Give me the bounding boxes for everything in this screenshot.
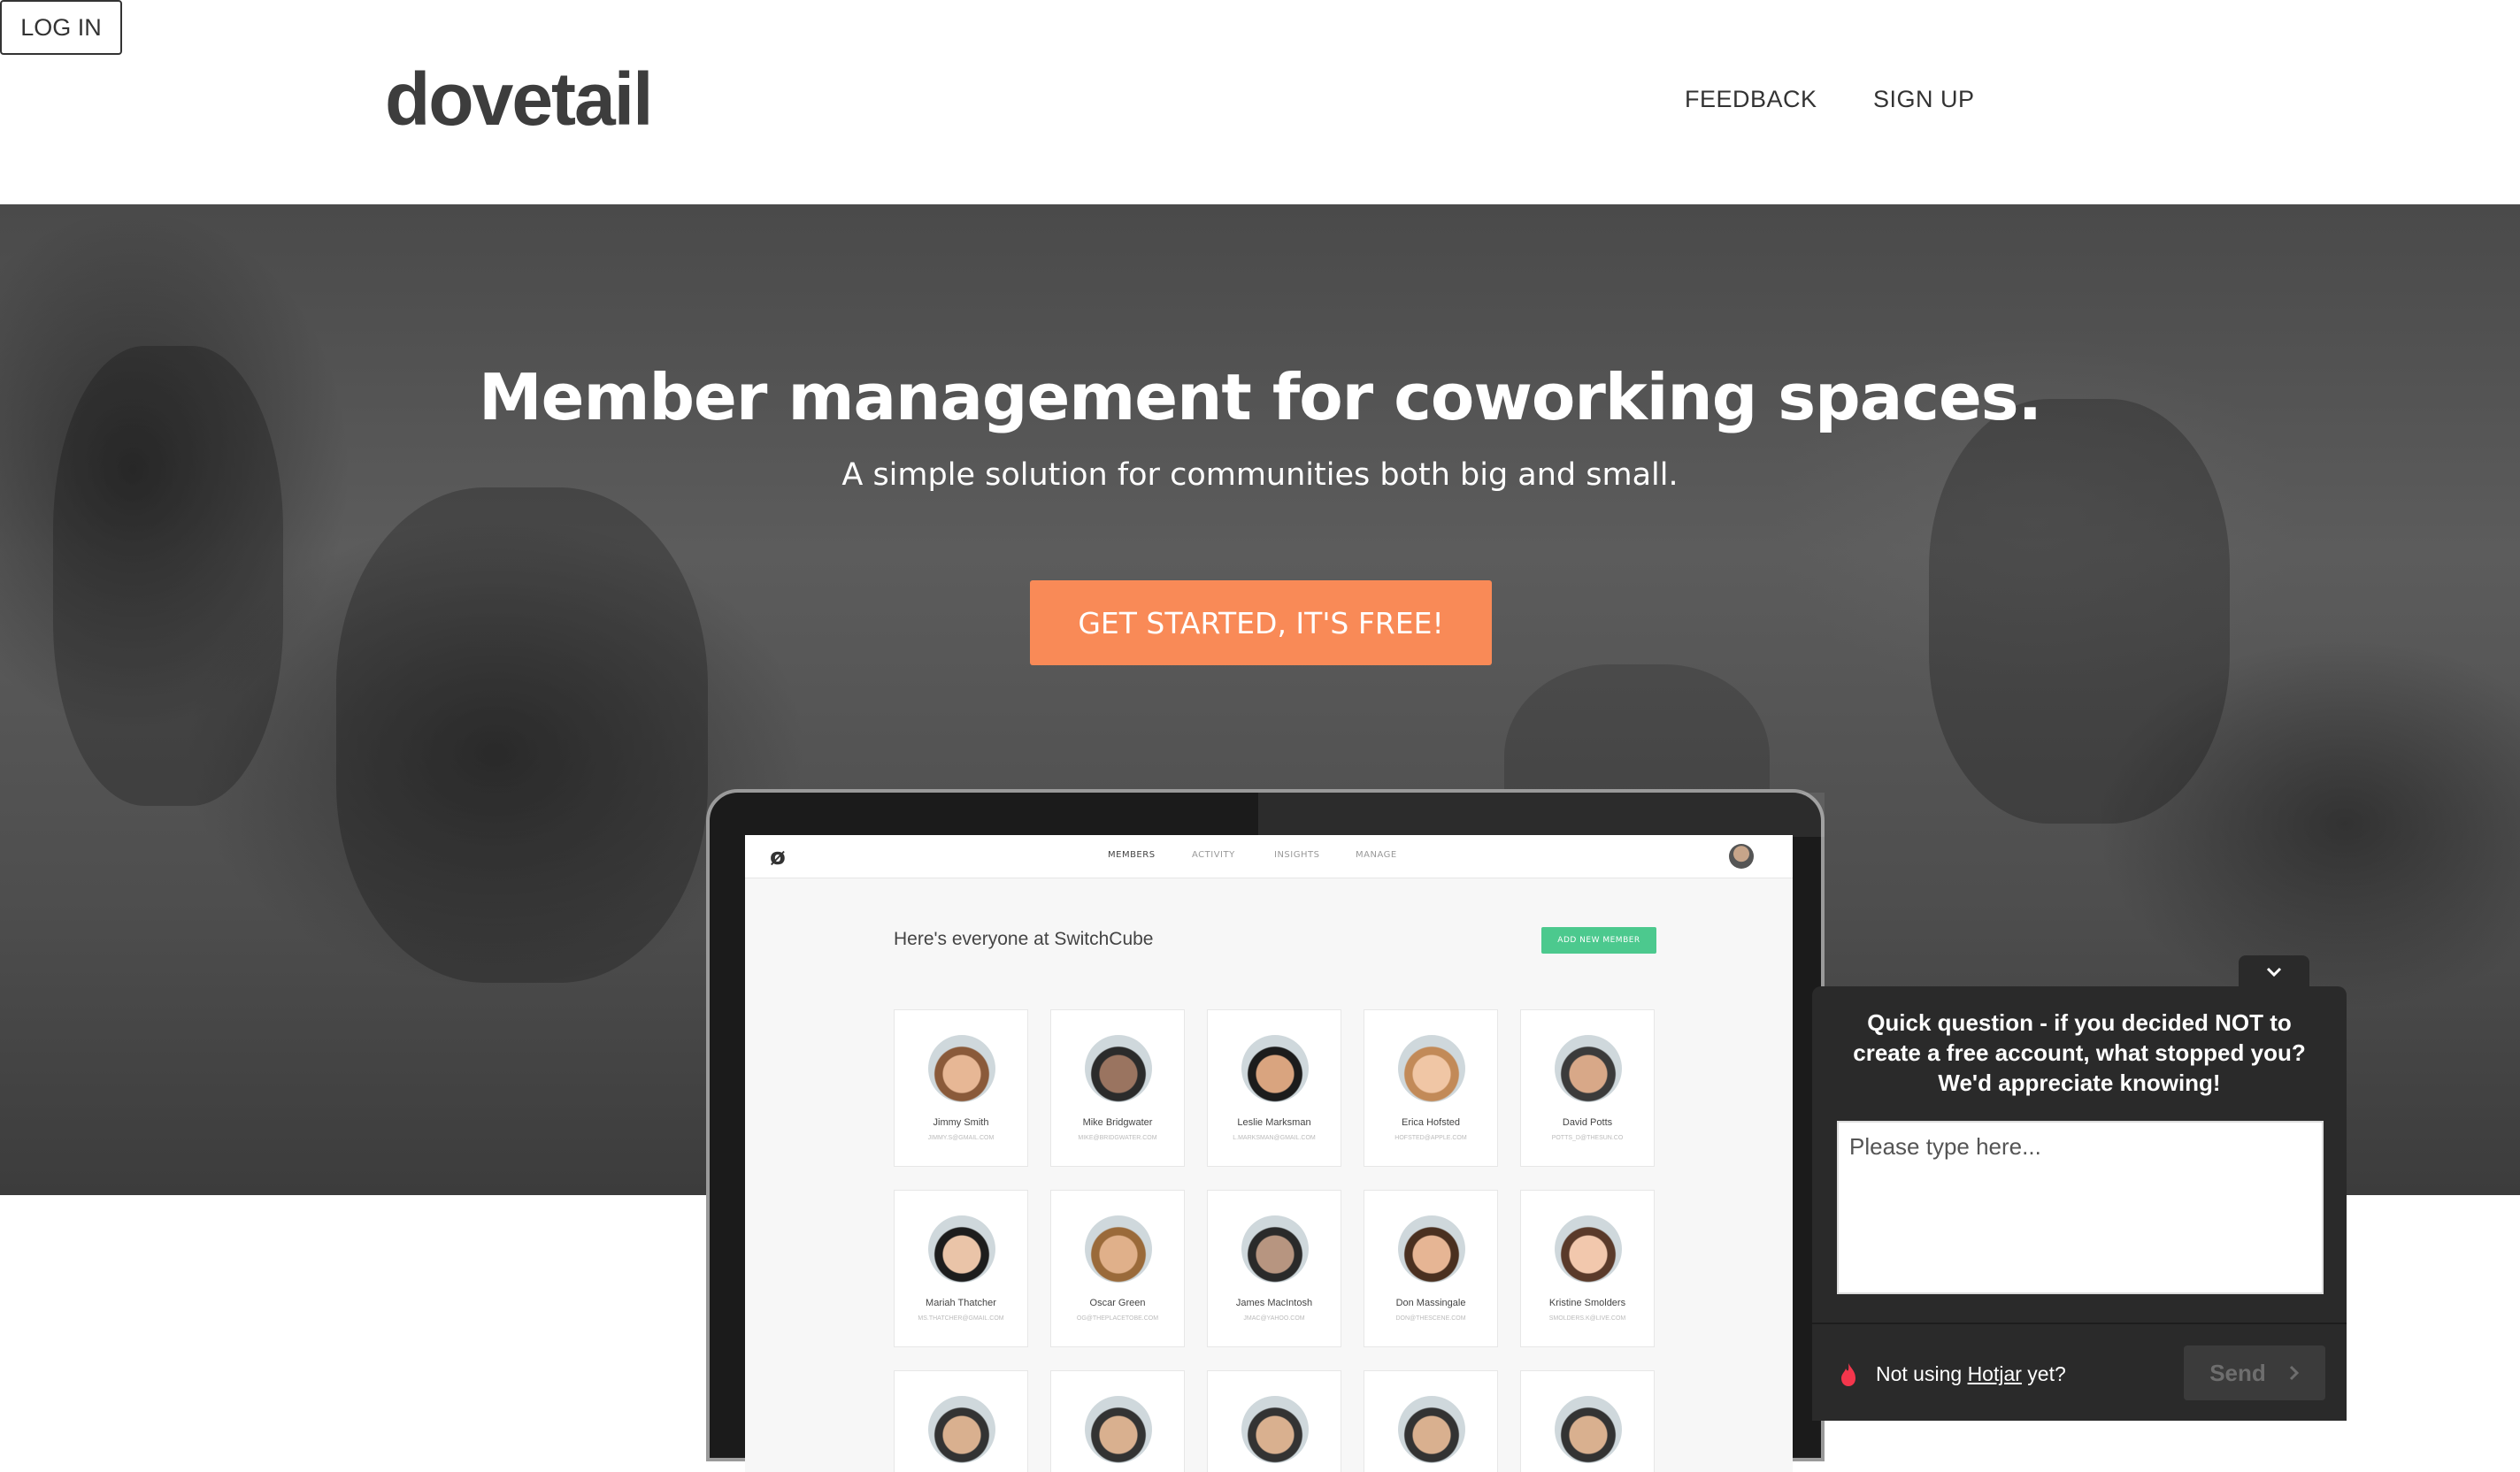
member-name: Mike Bridgwater (1082, 1117, 1153, 1128)
member-name: James MacIntosh (1235, 1298, 1313, 1308)
app-nav-activity: ACTIVITY (1192, 850, 1235, 860)
member-email: POTTS_D@THESUN.CO (1551, 1135, 1624, 1141)
feedback-textarea[interactable] (1837, 1121, 2324, 1294)
member-card (1520, 1370, 1655, 1472)
footer-suffix: yet? (2021, 1362, 2066, 1385)
member-email: JMAC@YAHOO.COM (1243, 1315, 1305, 1322)
login-button[interactable]: LOG IN (0, 0, 122, 55)
member-avatar (928, 1215, 995, 1283)
member-avatar (1241, 1396, 1309, 1463)
app-topbar: ø MEMBERS ACTIVITY INSIGHTS MANAGE (745, 835, 1793, 878)
member-email: SMOLDERS.K@LIVE.COM (1548, 1315, 1626, 1322)
hotjar-link[interactable]: Hotjar (1968, 1362, 2022, 1385)
member-avatar (1085, 1035, 1152, 1102)
app-nav-manage: MANAGE (1356, 850, 1397, 860)
member-email: MIKE@BRIDGWATER.COM (1078, 1135, 1157, 1141)
send-label: Send (2209, 1359, 2266, 1386)
laptop-glare (1258, 793, 1825, 837)
member-avatar (1241, 1035, 1309, 1102)
member-name: Don Massingale (1395, 1298, 1466, 1308)
app-page-heading: Here's everyone at SwitchCube (894, 929, 1154, 949)
member-card: Erica Hofsted HOFSTED@APPLE.COM (1364, 1009, 1498, 1167)
logo-text: dovetail (385, 58, 653, 141)
chevron-right-icon (2289, 1365, 2299, 1381)
widget-divider (1812, 1322, 2347, 1324)
member-name: Mariah Thatcher (926, 1298, 996, 1308)
member-card (894, 1370, 1028, 1472)
site-header: dovetail FEEDBACK SIGN UP LOG IN (0, 0, 2520, 204)
hero-title: Member management for coworking spaces. (479, 360, 2042, 434)
member-email: DON@THESCENE.COM (1395, 1315, 1466, 1322)
member-avatar (1398, 1035, 1465, 1102)
dovetail-logo[interactable]: dovetail (385, 57, 653, 142)
chevron-down-icon (2266, 967, 2282, 978)
member-card (1050, 1370, 1185, 1472)
member-card: David Potts POTTS_D@THESUN.CO (1520, 1009, 1655, 1167)
app-nav-insights: INSIGHTS (1274, 850, 1320, 860)
member-name: David Potts (1562, 1117, 1613, 1128)
member-card: Kristine Smolders SMOLDERS.K@LIVE.COM (1520, 1190, 1655, 1347)
member-name: Kristine Smolders (1548, 1298, 1626, 1308)
member-avatar (1398, 1215, 1465, 1283)
app-screenshot: ø MEMBERS ACTIVITY INSIGHTS MANAGE Here'… (745, 835, 1793, 1472)
member-card: Oscar Green OG@THEPLACETOBE.COM (1050, 1190, 1185, 1347)
get-started-button[interactable]: GET STARTED, IT'S FREE! (1030, 580, 1492, 665)
member-card: Leslie Marksman L.MARKSMAN@GMAIL.COM (1207, 1009, 1341, 1167)
hero-subtitle: A simple solution for communities both b… (841, 457, 1679, 493)
member-avatar (928, 1396, 995, 1463)
member-email: L.MARKSMAN@GMAIL.COM (1233, 1135, 1316, 1141)
widget-question: Quick question - if you decided NOT to c… (1853, 1009, 2306, 1096)
member-avatar (1555, 1215, 1622, 1283)
member-card: James MacIntosh JMAC@YAHOO.COM (1207, 1190, 1341, 1347)
member-name: Erica Hofsted (1401, 1117, 1461, 1128)
member-avatar (1085, 1215, 1152, 1283)
add-member-button: ADD NEW MEMBER (1541, 927, 1656, 954)
widget-footer: Not using Hotjar yet? (1876, 1362, 2066, 1386)
member-email: JIMMY.S@GMAIL.COM (927, 1135, 995, 1141)
member-email: OG@THEPLACETOBE.COM (1076, 1315, 1159, 1322)
member-name: Leslie Marksman (1237, 1117, 1311, 1128)
member-name: Jimmy Smith (933, 1117, 989, 1128)
widget-collapse-toggle[interactable] (2239, 955, 2309, 989)
member-card (1207, 1370, 1341, 1472)
feedback-widget: Quick question - if you decided NOT to c… (1812, 986, 2347, 1421)
member-card: Jimmy Smith JIMMY.S@GMAIL.COM (894, 1009, 1028, 1167)
app-logo-icon: ø (770, 844, 786, 870)
hotjar-flame-icon (1841, 1363, 1855, 1386)
member-card: Don Massingale DON@THESCENE.COM (1364, 1190, 1498, 1347)
app-nav-members: MEMBERS (1108, 850, 1156, 860)
member-email: MS.THATCHER@GMAIL.COM (918, 1315, 1004, 1322)
nav-feedback-link[interactable]: FEEDBACK (1685, 86, 1817, 113)
member-email: HOFSTED@APPLE.COM (1394, 1135, 1467, 1141)
member-avatar (1398, 1396, 1465, 1463)
member-card: Mike Bridgwater MIKE@BRIDGWATER.COM (1050, 1009, 1185, 1167)
member-card (1364, 1370, 1498, 1472)
member-avatar (1085, 1396, 1152, 1463)
app-user-avatar (1729, 844, 1754, 869)
hero-background-figure (336, 487, 708, 983)
send-button[interactable]: Send (2184, 1346, 2325, 1400)
member-avatar (928, 1035, 995, 1102)
footer-prefix: Not using (1876, 1362, 1968, 1385)
member-avatar (1555, 1035, 1622, 1102)
member-card: Mariah Thatcher MS.THATCHER@GMAIL.COM (894, 1190, 1028, 1347)
member-name: Oscar Green (1089, 1298, 1146, 1308)
member-avatar (1241, 1215, 1309, 1283)
nav-signup-link[interactable]: SIGN UP (1873, 86, 1975, 113)
member-avatar (1555, 1396, 1622, 1463)
laptop-mockup: ø MEMBERS ACTIVITY INSIGHTS MANAGE Here'… (706, 789, 1825, 1472)
